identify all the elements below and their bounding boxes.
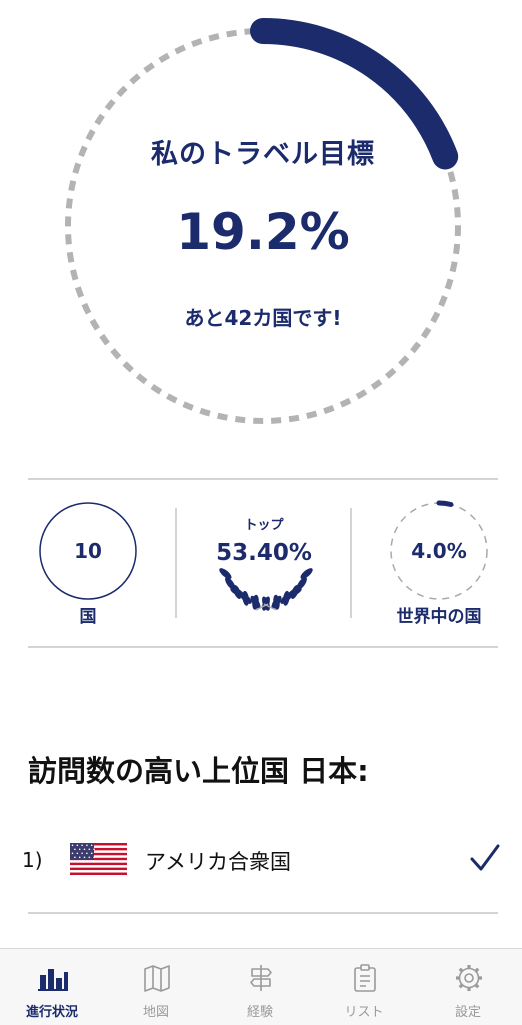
stat-countries-visited[interactable]: 10 国 [28, 500, 148, 640]
tab-bar: 進行状況 地図 経験 リスト 設定 [0, 948, 522, 1025]
goal-remaining-text: あと42カ国です! [184, 306, 342, 330]
stat-separator-1 [175, 508, 177, 618]
countries-count: 10 [74, 539, 102, 563]
divider-bottom [28, 912, 498, 914]
tab-map[interactable]: 地図 [104, 949, 208, 1025]
tab-settings[interactable]: 設定 [416, 949, 520, 1025]
us-flag-icon [70, 843, 127, 875]
top-countries-title: 訪問数の高い上位国 日本: [28, 754, 369, 788]
world-percent: 4.0% [411, 539, 467, 563]
tab-experience-label: 経験 [246, 1005, 273, 1020]
gear-icon [456, 965, 482, 991]
tab-progress[interactable]: 進行状況 [0, 949, 104, 1025]
tab-list-label: リスト [344, 1005, 384, 1020]
stat-separator-2 [350, 508, 352, 618]
stat-ranking[interactable]: トップ 53.40% [196, 500, 336, 640]
checkmark-icon[interactable] [470, 843, 500, 873]
goal-percent: 19.2% [176, 203, 350, 261]
divider-top [28, 478, 498, 480]
country-rank: 1) [22, 848, 43, 872]
tab-settings-label: 設定 [454, 1005, 481, 1020]
country-name: アメリカ合衆国 [145, 850, 291, 874]
signpost-icon [250, 965, 272, 991]
ranking-percent: 53.40% [216, 540, 312, 566]
countries-label: 国 [79, 607, 97, 627]
tab-list[interactable]: リスト [312, 949, 416, 1025]
tab-map-label: 地図 [142, 1005, 169, 1020]
clipboard-icon [354, 964, 376, 992]
ranking-caption: トップ [244, 518, 284, 533]
tab-progress-label: 進行状況 [25, 1005, 78, 1020]
tab-experience[interactable]: 経験 [208, 949, 312, 1025]
travel-goal-ring: 私のトラベル目標 19.2% あと42カ国です! [0, 0, 522, 460]
map-icon [144, 965, 170, 992]
stat-world-percent[interactable]: 4.0% 世界中の国 [374, 500, 504, 640]
bar-chart-icon [38, 969, 68, 991]
world-label: 世界中の国 [396, 607, 482, 627]
divider-middle [28, 646, 498, 648]
goal-title: 私のトラベル目標 [151, 139, 375, 170]
